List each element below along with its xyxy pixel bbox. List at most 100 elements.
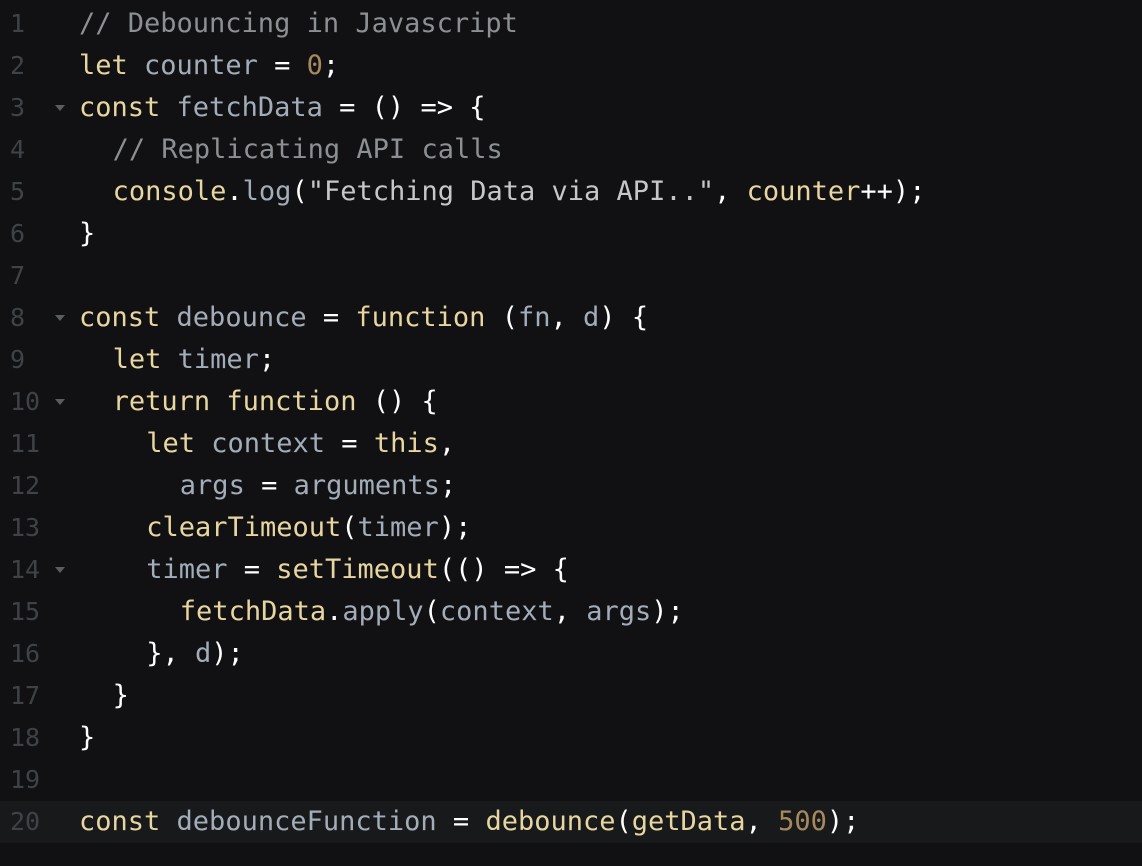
line-number: 14: [10, 555, 41, 584]
code-token: {: [631, 302, 649, 333]
line-number: 20: [10, 807, 41, 836]
code-token: =>: [420, 92, 453, 123]
code-token: (): [371, 92, 405, 123]
code-line[interactable]: 2 let counter = 0;: [0, 45, 1142, 87]
code-line[interactable]: 18}: [0, 717, 1142, 759]
code-token: =: [322, 302, 340, 333]
line-number: 2: [10, 51, 26, 80]
code-token: arguments: [293, 470, 440, 501]
code-token: (: [501, 302, 518, 333]
code-line[interactable]: 10 return function () {: [0, 381, 1142, 423]
code-token: ((): [438, 554, 488, 585]
code-token: =>: [503, 554, 537, 585]
code-token: function: [226, 386, 357, 417]
code-token: clearTimeout: [146, 512, 342, 543]
line-gutter: 2: [0, 45, 68, 87]
code-content: // Debouncing in Javascript: [79, 3, 518, 45]
code-token: debounceFunction: [176, 806, 437, 837]
code-token: ;: [322, 50, 340, 81]
code-token: d: [194, 638, 212, 669]
code-editor[interactable]: 1 // Debouncing in Javascript 2 let counter…: [0, 0, 1142, 866]
code-token: // Debouncing in Javascript: [79, 8, 518, 39]
code-token: "Fetching Data via API..": [307, 176, 715, 207]
code-line[interactable]: 4 // Replicating API calls: [0, 129, 1142, 171]
code-token: timer: [146, 554, 228, 585]
code-token: ,: [553, 596, 570, 627]
code-token: .: [226, 176, 243, 207]
code-line[interactable]: 14 timer = setTimeout(() => {: [0, 549, 1142, 591]
code-line[interactable]: 19: [0, 759, 1142, 801]
code-content: const debounce = function (fn, d) {: [79, 297, 648, 339]
code-token: );: [438, 512, 472, 543]
code-token: 500: [778, 806, 827, 837]
code-line[interactable]: 17}: [0, 675, 1142, 717]
line-number: 10: [10, 387, 41, 416]
code-token: {: [469, 92, 486, 123]
code-token: args: [586, 596, 652, 627]
code-line[interactable]: 20 const debounceFunction = debounce(getD…: [0, 801, 1142, 843]
fold-arrow-icon[interactable]: [55, 399, 65, 405]
fold-arrow-icon[interactable]: [55, 315, 65, 321]
fold-arrow-icon[interactable]: [55, 567, 65, 573]
code-content: }, d);: [146, 633, 244, 675]
code-token: counter: [746, 176, 861, 207]
line-number: 4: [10, 135, 26, 164]
code-line[interactable]: 15 fetchData.apply(context, args);: [0, 591, 1142, 633]
line-gutter: 4: [0, 129, 68, 171]
code-token: fetchData: [176, 92, 323, 123]
code-token: debounce: [176, 302, 307, 333]
code-token: context: [211, 428, 326, 459]
code-line[interactable]: 9 let timer;: [0, 339, 1142, 381]
line-number: 8: [10, 303, 26, 332]
code-line[interactable]: 1 // Debouncing in Javascript: [0, 3, 1142, 45]
code-token: (: [341, 512, 358, 543]
line-gutter: 16: [0, 633, 68, 675]
code-line[interactable]: 3 const fetchData = () => {: [0, 87, 1142, 129]
code-content: fetchData.apply(context, args);: [180, 591, 684, 633]
code-content: let counter = 0;: [79, 45, 339, 87]
code-line[interactable]: 6}: [0, 213, 1142, 255]
code-token: =: [261, 470, 278, 501]
code-token: =: [274, 50, 291, 81]
code-token: ,: [550, 302, 567, 333]
code-token: const: [79, 302, 161, 333]
line-number: 17: [10, 681, 41, 710]
fold-arrow-icon[interactable]: [55, 105, 65, 111]
code-token: apply: [342, 596, 424, 627]
code-token: getData: [631, 806, 746, 837]
line-gutter: 15: [0, 591, 68, 633]
code-token: ;: [258, 344, 276, 375]
code-line[interactable]: 5 console.log("Fetching Data via API..", …: [0, 171, 1142, 213]
code-content: let context = this,: [146, 423, 455, 465]
code-token: let: [112, 344, 162, 375]
line-number: 3: [10, 93, 26, 122]
code-line[interactable]: 12 args = arguments;: [0, 465, 1142, 507]
code-line[interactable]: 11 let context = this,: [0, 423, 1142, 465]
code-line[interactable]: 13 clearTimeout(timer);: [0, 507, 1142, 549]
code-line[interactable]: 7: [0, 255, 1142, 297]
code-token: =: [452, 806, 470, 837]
code-content: const debounceFunction = debounce(getDat…: [79, 801, 859, 843]
code-token: =: [243, 554, 260, 585]
code-line[interactable]: 8 const debounce = function (fn, d) {: [0, 297, 1142, 339]
line-number: 12: [10, 471, 41, 500]
line-number: 19: [10, 765, 41, 794]
code-line[interactable]: 16 }, d);: [0, 633, 1142, 675]
code-token: function: [355, 302, 486, 333]
line-number: 1: [10, 9, 26, 38]
